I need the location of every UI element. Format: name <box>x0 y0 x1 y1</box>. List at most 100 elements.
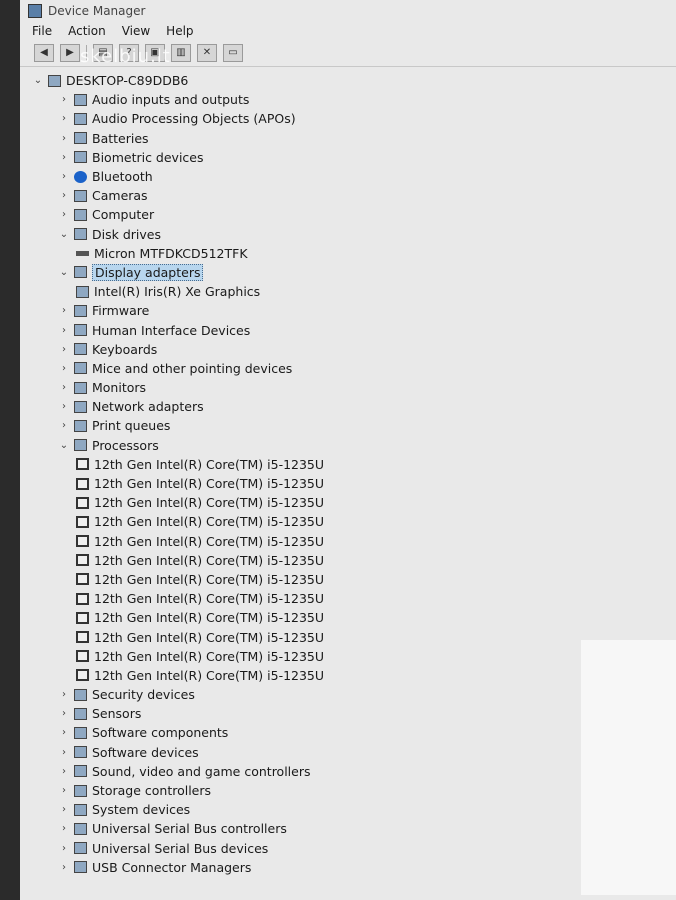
chevron-right-icon[interactable]: › <box>58 325 70 336</box>
chevron-right-icon[interactable]: › <box>58 209 70 220</box>
processor-icon <box>76 631 89 644</box>
tree-category-label: Mice and other pointing devices <box>92 360 293 376</box>
tree-category-label: Audio Processing Objects (APOs) <box>92 111 296 127</box>
remove-device-icon[interactable]: ✕ <box>197 44 217 62</box>
device-category-icon <box>74 861 87 874</box>
chevron-right-icon[interactable]: › <box>58 401 70 412</box>
menu-help[interactable]: Help <box>166 24 193 38</box>
chevron-right-icon[interactable]: › <box>58 747 70 758</box>
tree-category-label: Computer <box>92 207 155 223</box>
chevron-right-icon[interactable]: › <box>58 843 70 854</box>
chevron-right-icon[interactable]: › <box>58 133 70 144</box>
tree-device-item[interactable]: 12th Gen Intel(R) Core(TM) i5-1235U <box>28 666 676 685</box>
chevron-right-icon[interactable]: › <box>58 823 70 834</box>
tree-device-item[interactable]: 12th Gen Intel(R) Core(TM) i5-1235U <box>28 647 676 666</box>
help-icon[interactable]: ? <box>119 44 139 62</box>
tree-device-label: 12th Gen Intel(R) Core(TM) i5-1235U <box>94 591 325 607</box>
tree-root[interactable]: ⌄ DESKTOP-C89DDB6 <box>28 71 676 90</box>
chevron-right-icon[interactable]: › <box>58 152 70 163</box>
tree-device-item[interactable]: 12th Gen Intel(R) Core(TM) i5-1235U <box>28 455 676 474</box>
tree-device-item[interactable]: 12th Gen Intel(R) Core(TM) i5-1235U <box>28 512 676 531</box>
tree-category-security-devices[interactable]: › Security devices <box>28 685 676 704</box>
tree-device-label: 12th Gen Intel(R) Core(TM) i5-1235U <box>94 571 325 587</box>
tree-category-software-components[interactable]: › Software components <box>28 723 676 742</box>
chevron-right-icon[interactable]: › <box>58 766 70 777</box>
tree-category-universal-serial-bus-devices[interactable]: › Universal Serial Bus devices <box>28 839 676 858</box>
monitor-icon[interactable]: ▭ <box>223 44 243 62</box>
tree-category-display-adapters[interactable]: ⌄ Display adapters <box>28 263 676 282</box>
tree-category-monitors[interactable]: › Monitors <box>28 378 676 397</box>
tree-category-computer[interactable]: › Computer <box>28 205 676 224</box>
tree-category-sound-video-and-game-controllers[interactable]: › Sound, video and game controllers <box>28 762 676 781</box>
tree-device-label: Intel(R) Iris(R) Xe Graphics <box>94 284 261 300</box>
chevron-right-icon[interactable]: › <box>58 113 70 124</box>
processor-icon <box>76 573 89 586</box>
tree-device-item[interactable]: 12th Gen Intel(R) Core(TM) i5-1235U <box>28 532 676 551</box>
tree-category-processors[interactable]: ⌄ Processors <box>28 436 676 455</box>
tree-category-audio-processing-objects-apos[interactable]: › Audio Processing Objects (APOs) <box>28 109 676 128</box>
tree-category-cameras[interactable]: › Cameras <box>28 186 676 205</box>
chevron-right-icon[interactable]: › <box>58 785 70 796</box>
tree-device-item[interactable]: Micron MTFDKCD512TFK <box>28 244 676 263</box>
tree-category-universal-serial-bus-controllers[interactable]: › Universal Serial Bus controllers <box>28 819 676 838</box>
tree-category-mice-and-other-pointing-devices[interactable]: › Mice and other pointing devices <box>28 359 676 378</box>
tree-device-item[interactable]: 12th Gen Intel(R) Core(TM) i5-1235U <box>28 589 676 608</box>
tree-category-label: Disk drives <box>92 226 161 242</box>
tree-device-item[interactable]: 12th Gen Intel(R) Core(TM) i5-1235U <box>28 627 676 646</box>
tree-device-item[interactable]: 12th Gen Intel(R) Core(TM) i5-1235U <box>28 608 676 627</box>
tree-device-label: 12th Gen Intel(R) Core(TM) i5-1235U <box>94 476 325 492</box>
chevron-down-icon[interactable]: ⌄ <box>58 267 70 278</box>
tree-category-label: Security devices <box>92 687 195 703</box>
scan-hardware-icon[interactable]: ▥ <box>171 44 191 62</box>
chevron-right-icon[interactable]: › <box>58 344 70 355</box>
menu-action[interactable]: Action <box>68 24 106 38</box>
device-category-icon <box>74 228 87 241</box>
properties-icon[interactable]: ▤ <box>93 44 113 62</box>
device-category-icon <box>74 822 87 835</box>
chevron-right-icon[interactable]: › <box>58 708 70 719</box>
chevron-down-icon[interactable]: ⌄ <box>32 75 44 86</box>
chevron-right-icon[interactable]: › <box>58 94 70 105</box>
chevron-right-icon[interactable]: › <box>58 420 70 431</box>
back-icon[interactable]: ◀ <box>34 44 54 62</box>
chevron-right-icon[interactable]: › <box>58 727 70 738</box>
tree-category-label: Monitors <box>92 380 147 396</box>
tree-category-firmware[interactable]: › Firmware <box>28 301 676 320</box>
device-category-icon <box>74 93 87 106</box>
tree-device-item[interactable]: 12th Gen Intel(R) Core(TM) i5-1235U <box>28 474 676 493</box>
chevron-right-icon[interactable]: › <box>58 804 70 815</box>
chevron-right-icon[interactable]: › <box>58 382 70 393</box>
tree-device-item[interactable]: 12th Gen Intel(R) Core(TM) i5-1235U <box>28 570 676 589</box>
tree-device-item[interactable]: 12th Gen Intel(R) Core(TM) i5-1235U <box>28 551 676 570</box>
toolbar: ◀ ▶ ▤ ? ▣ ▥ ✕ ▭ <box>20 40 676 67</box>
tree-category-system-devices[interactable]: › System devices <box>28 800 676 819</box>
tree-category-disk-drives[interactable]: ⌄ Disk drives <box>28 225 676 244</box>
chevron-down-icon[interactable]: ⌄ <box>58 440 70 451</box>
tree-category-sensors[interactable]: › Sensors <box>28 704 676 723</box>
update-driver-icon[interactable]: ▣ <box>145 44 165 62</box>
tree-category-human-interface-devices[interactable]: › Human Interface Devices <box>28 320 676 339</box>
tree-category-biometric-devices[interactable]: › Biometric devices <box>28 148 676 167</box>
chevron-right-icon[interactable]: › <box>58 689 70 700</box>
tree-category-usb-connector-managers[interactable]: › USB Connector Managers <box>28 858 676 877</box>
tree-category-keyboards[interactable]: › Keyboards <box>28 340 676 359</box>
chevron-right-icon[interactable]: › <box>58 363 70 374</box>
tree-category-storage-controllers[interactable]: › Storage controllers <box>28 781 676 800</box>
tree-category-audio-inputs-and-outputs[interactable]: › Audio inputs and outputs <box>28 90 676 109</box>
chevron-right-icon[interactable]: › <box>58 190 70 201</box>
menu-file[interactable]: File <box>32 24 52 38</box>
forward-icon[interactable]: ▶ <box>60 44 80 62</box>
processor-icon <box>76 554 89 567</box>
tree-category-software-devices[interactable]: › Software devices <box>28 743 676 762</box>
chevron-right-icon[interactable]: › <box>58 305 70 316</box>
tree-category-bluetooth[interactable]: › Bluetooth <box>28 167 676 186</box>
tree-category-print-queues[interactable]: › Print queues <box>28 416 676 435</box>
chevron-right-icon[interactable]: › <box>58 171 70 182</box>
menu-view[interactable]: View <box>122 24 150 38</box>
tree-category-network-adapters[interactable]: › Network adapters <box>28 397 676 416</box>
tree-device-item[interactable]: 12th Gen Intel(R) Core(TM) i5-1235U <box>28 493 676 512</box>
tree-device-item[interactable]: Intel(R) Iris(R) Xe Graphics <box>28 282 676 301</box>
chevron-right-icon[interactable]: › <box>58 862 70 873</box>
tree-category-batteries[interactable]: › Batteries <box>28 129 676 148</box>
chevron-down-icon[interactable]: ⌄ <box>58 229 70 240</box>
